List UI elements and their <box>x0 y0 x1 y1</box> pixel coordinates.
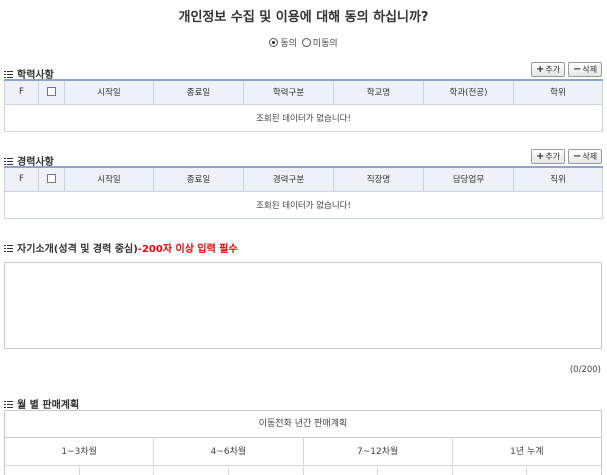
plus-icon: + <box>535 64 545 75</box>
column-header-duties[interactable]: 담당업무 <box>423 166 514 192</box>
subheader-cell <box>527 467 601 475</box>
empty-message: 조회된 데이터가 없습니다! <box>4 190 603 219</box>
column-header-months-4-6: 4~6차월 <box>154 438 304 465</box>
select-all-cell <box>38 166 65 192</box>
sales-plan-header-row: 1~3차월 4~6차월 7~12차월 1년 누계 <box>5 438 601 466</box>
subheader-cell <box>453 467 528 475</box>
list-icon <box>4 245 13 252</box>
disagree-radio[interactable]: 미동의 <box>301 36 338 49</box>
list-icon <box>4 71 13 78</box>
column-header-f: F <box>4 166 39 192</box>
education-delete-button[interactable]: −삭제 <box>568 62 602 77</box>
consent-radio-group: 동의 미동의 <box>0 36 607 49</box>
char-count: (0/200) <box>569 365 601 375</box>
consent-title: 개인정보 수집 및 이용에 대해 동의 하십니까? <box>178 10 429 25</box>
column-header-start-date[interactable]: 시작일 <box>64 166 154 192</box>
column-header-company-name[interactable]: 직장명 <box>333 166 424 192</box>
subheader-cell <box>5 467 80 475</box>
add-label: 추가 <box>545 65 561 74</box>
column-header-school-name[interactable]: 학교명 <box>333 79 424 105</box>
column-header-major[interactable]: 학과(전공) <box>423 79 514 105</box>
select-all-checkbox[interactable] <box>47 174 56 184</box>
sales-plan-section-title: 월 별 판매계획 <box>4 396 79 411</box>
column-header-education-type[interactable]: 학력구분 <box>243 79 334 105</box>
column-header-end-date[interactable]: 종료일 <box>153 166 244 192</box>
agree-radio[interactable]: 동의 <box>269 36 297 49</box>
career-delete-button[interactable]: −삭제 <box>568 149 602 164</box>
empty-message: 조회된 데이터가 없습니다! <box>4 103 603 132</box>
sales-plan-table-title: 이동전화 년간 판매계획 <box>5 411 601 438</box>
sales-plan-table: 이동전화 년간 판매계획 1~3차월 4~6차월 7~12차월 1년 누계 <box>4 410 602 475</box>
education-empty-row: 조회된 데이터가 없습니다! <box>4 103 603 132</box>
intro-title-text: 자기소개(성격 및 경력 중심) <box>17 244 138 255</box>
career-empty-row: 조회된 데이터가 없습니다! <box>4 190 603 219</box>
subheader-cell <box>154 467 229 475</box>
career-add-button[interactable]: +추가 <box>531 149 565 164</box>
subheader-cell <box>229 467 304 475</box>
education-add-button[interactable]: +추가 <box>531 62 565 77</box>
intro-section-title: 자기소개(성격 및 경력 중심)-200자 이상 입력 필수 <box>4 240 238 255</box>
add-label: 추가 <box>545 152 561 161</box>
subheader-cell <box>80 467 155 475</box>
intro-textarea[interactable] <box>4 262 602 349</box>
radio-checked-icon[interactable] <box>269 38 279 47</box>
education-header-row: F 시작일 종료일 학력구분 학교명 학과(전공) 학위 <box>4 79 603 105</box>
column-header-year-total: 1년 누계 <box>510 447 544 457</box>
column-header-career-type[interactable]: 경력구분 <box>243 166 334 192</box>
career-table: F 시작일 종료일 경력구분 직장명 담당업무 직위 조회된 데이터가 없습니다… <box>4 166 603 219</box>
intro-required-note: -200자 이상 입력 필수 <box>137 244 238 255</box>
agree-label: 동의 <box>280 39 297 49</box>
delete-label: 삭제 <box>582 152 598 161</box>
sales-plan-subheader-row <box>5 467 601 475</box>
career-header-row: F 시작일 종료일 경력구분 직장명 담당업무 직위 <box>4 166 603 192</box>
list-icon <box>4 401 13 408</box>
column-header-position[interactable]: 직위 <box>513 166 603 192</box>
column-header-degree[interactable]: 학위 <box>513 79 603 105</box>
delete-label: 삭제 <box>582 65 598 74</box>
minus-icon: − <box>572 151 582 162</box>
plus-icon: + <box>535 151 545 162</box>
radio-unchecked-icon[interactable] <box>301 38 311 47</box>
minus-icon: − <box>572 64 582 75</box>
select-all-cell <box>38 79 65 105</box>
column-header-f: F <box>4 79 39 105</box>
column-header-months-7-12: 7~12차월 <box>304 438 453 465</box>
select-all-checkbox[interactable] <box>47 87 56 97</box>
disagree-label: 미동의 <box>312 39 338 49</box>
list-icon <box>4 158 13 165</box>
subheader-cell <box>304 467 379 475</box>
column-header-start-date[interactable]: 시작일 <box>64 79 154 105</box>
column-header-end-date[interactable]: 종료일 <box>153 79 244 105</box>
column-header-months-1-3: 1~3차월 <box>5 438 155 465</box>
education-table: F 시작일 종료일 학력구분 학교명 학과(전공) 학위 조회된 데이터가 없습… <box>4 79 603 132</box>
subheader-cell <box>378 467 453 475</box>
